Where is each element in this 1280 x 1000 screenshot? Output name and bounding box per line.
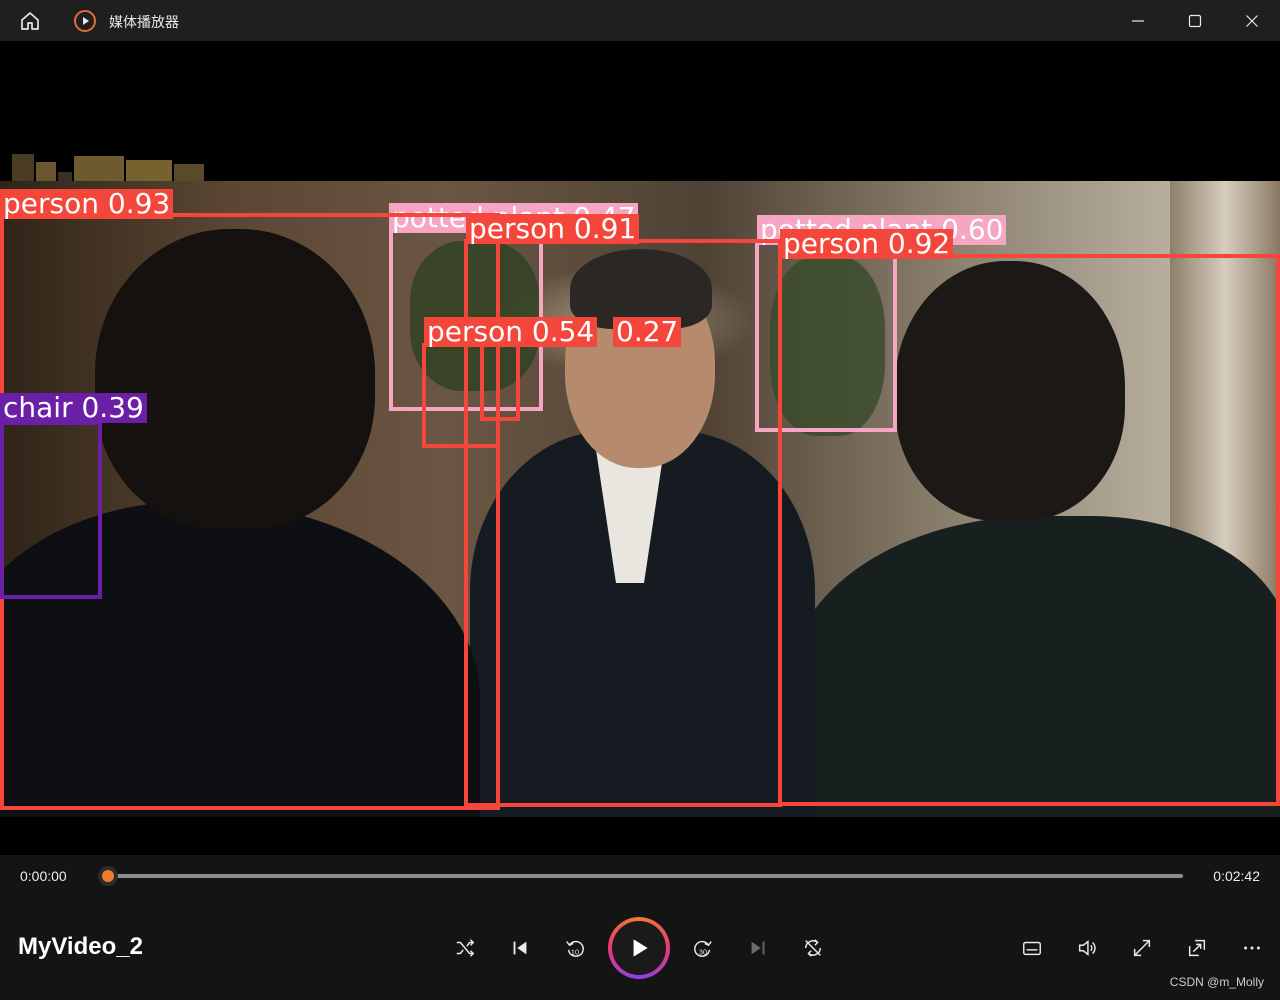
volume-icon	[1078, 940, 1096, 956]
mini-player-button[interactable]	[1177, 928, 1217, 968]
skip-forward-button[interactable]: 30	[683, 928, 723, 968]
detection-label-person-4: person 0.54	[424, 317, 598, 347]
play-icon	[633, 939, 648, 957]
home-icon[interactable]	[18, 9, 42, 33]
minimize-button[interactable]	[1109, 0, 1166, 41]
play-button[interactable]	[608, 917, 670, 979]
detection-label-person-3: person 0.92	[780, 229, 954, 259]
more-options-button[interactable]	[1232, 928, 1272, 968]
close-button[interactable]	[1223, 0, 1280, 41]
total-time: 0:02:42	[1213, 868, 1260, 884]
seek-bar[interactable]	[108, 874, 1183, 878]
detection-box-chair	[0, 421, 102, 599]
window-title: 媒体播放器	[109, 14, 179, 30]
seek-thumb[interactable]	[98, 866, 118, 886]
maximize-button[interactable]	[1166, 0, 1223, 41]
detection-label-person-5: 0.27	[613, 317, 682, 347]
next-button[interactable]	[738, 928, 778, 968]
detection-label-chair: chair 0.39	[0, 393, 147, 423]
subtitles-icon	[1023, 941, 1041, 956]
video-title: MyVideo_2	[18, 933, 143, 960]
more-icon	[1244, 946, 1260, 950]
watermark: CSDN @m_Molly	[1169, 975, 1264, 989]
volume-button[interactable]	[1067, 928, 1107, 968]
skip-back-button[interactable]: 10	[555, 928, 595, 968]
repeat-icon	[804, 939, 822, 957]
video-viewport[interactable]: potted plant 0.47 potted plant 0.60 pers…	[0, 41, 1280, 855]
media-player-icon	[73, 9, 97, 33]
mini-player-icon	[1188, 939, 1206, 957]
repeat-button[interactable]	[793, 928, 833, 968]
current-time: 0:00:00	[20, 868, 67, 884]
shuffle-button[interactable]	[445, 928, 485, 968]
fullscreen-icon	[1133, 939, 1151, 957]
detection-label-person-2: person 0.91	[466, 214, 640, 244]
minimize-icon	[1131, 19, 1144, 22]
shuffle-icon	[456, 939, 475, 957]
subtitles-button[interactable]	[1012, 928, 1052, 968]
title-bar: 媒体播放器	[0, 0, 1280, 41]
close-icon	[1245, 14, 1258, 27]
svg-text:30: 30	[699, 947, 707, 956]
player-controls: 0:00:00 0:02:42 MyVideo_2 10 30 CSDN @m_	[0, 855, 1280, 1000]
previous-icon	[513, 941, 527, 955]
maximize-icon	[1188, 14, 1201, 27]
skip-back-10-icon: 10	[566, 940, 584, 957]
detection-box-person-3	[778, 254, 1280, 806]
next-icon	[751, 941, 765, 955]
skip-forward-30-icon: 30	[694, 940, 712, 957]
detection-label-person-1: person 0.93	[0, 189, 174, 219]
detection-box-person-5	[480, 343, 520, 421]
svg-text:10: 10	[571, 947, 579, 956]
fullscreen-button[interactable]	[1122, 928, 1162, 968]
previous-button[interactable]	[500, 928, 540, 968]
